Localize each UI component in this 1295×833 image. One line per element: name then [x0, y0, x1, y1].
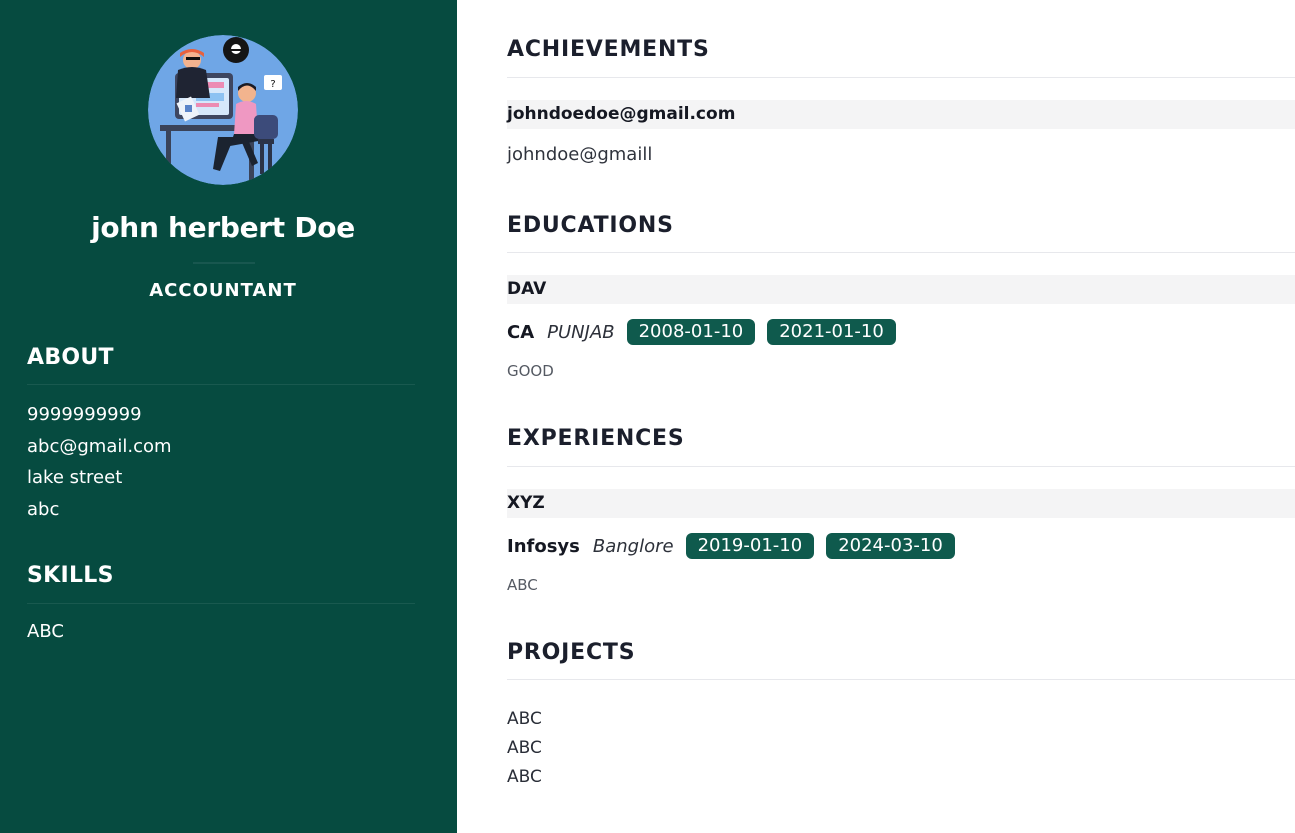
education-end-date: 2021-01-10: [767, 319, 896, 345]
avatar-illustration: ?: [148, 35, 298, 185]
about-list: 9999999999 abc@gmail.com lake street abc: [27, 399, 172, 525]
projects-heading: PROJECTS: [507, 640, 636, 665]
about-heading: ABOUT: [27, 345, 114, 370]
education-location: PUNJAB: [547, 321, 615, 343]
about-phone: 9999999999: [27, 404, 142, 425]
education-note: GOOD: [507, 362, 554, 380]
projects-divider: [507, 679, 1295, 680]
educations-heading: EDUCATIONS: [507, 213, 674, 238]
name-divider: [193, 262, 255, 264]
experience-note: ABC: [507, 576, 538, 594]
experience-start-date: 2019-01-10: [685, 533, 815, 559]
experience-end-date: 2024-03-10: [826, 533, 955, 559]
achievements-divider: [507, 77, 1295, 78]
education-row: CA PUNJAB 2008-01-10 2021-01-10: [507, 318, 908, 346]
avatar: ?: [148, 35, 298, 185]
job-title: ACCOUNTANT: [149, 280, 297, 301]
project-list: ABC ABC ABC: [507, 705, 542, 792]
educations-divider: [507, 252, 1295, 253]
achievement-title: johndoedoe@gmail.com: [507, 100, 1295, 129]
project-item: ABC: [507, 709, 542, 729]
education-degree: CA: [507, 321, 535, 343]
education-institution: DAV: [507, 275, 1295, 304]
sidebar: ? john herbert Doe ACCOUNTANT ABOUT 9999…: [0, 0, 457, 833]
skill-item: ABC: [27, 621, 64, 642]
achievements-heading: ACHIEVEMENTS: [507, 37, 710, 62]
project-item: ABC: [507, 738, 542, 758]
skills-divider: [27, 603, 415, 604]
experience-company: Infosys: [507, 535, 580, 557]
experiences-heading: EXPERIENCES: [507, 426, 685, 451]
education-start-date: 2008-01-10: [626, 319, 756, 345]
project-item: ABC: [507, 767, 542, 787]
about-address: lake street: [27, 467, 123, 488]
person-name: john herbert Doe: [91, 211, 355, 244]
experience-location: Banglore: [592, 535, 674, 557]
achievement-detail: johndoe@gmaill: [507, 144, 653, 165]
experiences-divider: [507, 466, 1295, 467]
svg-text:?: ?: [270, 79, 275, 90]
skills-heading: SKILLS: [27, 563, 114, 588]
about-divider: [27, 384, 415, 385]
experience-row: Infosys Banglore 2019-01-10 2024-03-10: [507, 532, 967, 560]
about-extra: abc: [27, 498, 60, 520]
about-email: abc@gmail.com: [27, 435, 172, 457]
skills-list: ABC: [27, 618, 64, 646]
experience-title: XYZ: [507, 489, 1295, 518]
